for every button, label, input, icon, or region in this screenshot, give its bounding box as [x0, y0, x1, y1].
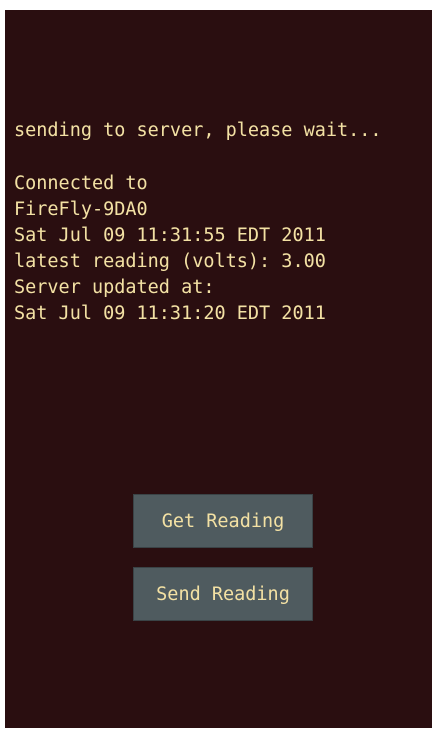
server-updated-timestamp: Sat Jul 09 11:31:20 EDT 2011	[14, 303, 326, 324]
connection-info: Connected to FireFly-9DA0 Sat Jul 09 11:…	[14, 171, 326, 327]
get-reading-button[interactable]: Get Reading	[133, 494, 313, 548]
connection-timestamp: Sat Jul 09 11:31:55 EDT 2011	[14, 225, 326, 246]
app-screen: sending to server, please wait... Connec…	[5, 10, 432, 728]
server-updated-label: Server updated at:	[14, 277, 215, 298]
status-message: sending to server, please wait...	[14, 120, 382, 141]
latest-reading: latest reading (volts): 3.00	[14, 251, 326, 272]
connected-to-label: Connected to	[14, 173, 148, 194]
device-name: FireFly-9DA0	[14, 199, 148, 220]
send-reading-button[interactable]: Send Reading	[133, 567, 313, 621]
